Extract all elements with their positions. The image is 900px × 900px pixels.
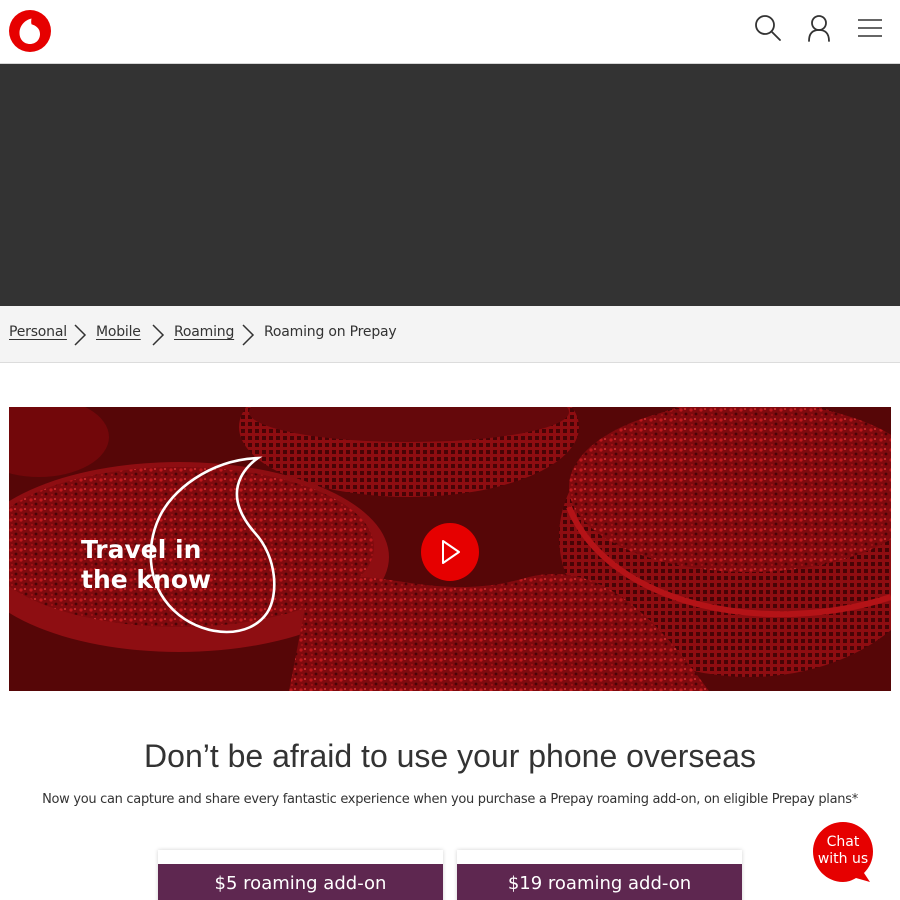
hero-title-line2: the know xyxy=(81,565,212,594)
play-button[interactable] xyxy=(421,523,479,581)
chevron-right-icon xyxy=(152,324,165,346)
roaming-addon-card-19[interactable]: $19 roaming add-on xyxy=(457,850,742,900)
menu-icon[interactable] xyxy=(855,12,885,44)
chat-label-line1: Chat xyxy=(826,834,860,850)
breadcrumb: Personal Mobile Roaming Roaming on Prepa… xyxy=(0,306,900,363)
account-icon[interactable] xyxy=(804,12,834,44)
search-icon[interactable] xyxy=(753,12,783,44)
chevron-right-icon xyxy=(242,324,255,346)
breadcrumb-mobile[interactable]: Mobile xyxy=(96,324,141,340)
vodafone-logo-icon[interactable] xyxy=(8,9,52,53)
page-subtext: Now you can capture and share every fant… xyxy=(42,792,858,807)
breadcrumb-personal[interactable]: Personal xyxy=(9,324,67,340)
chat-label: Chat with us xyxy=(812,834,874,868)
breadcrumb-roaming[interactable]: Roaming xyxy=(174,324,234,340)
hero-title: Travel in the know xyxy=(81,535,211,595)
site-header xyxy=(0,0,900,64)
chat-label-line2: with us xyxy=(817,851,869,867)
card-title: $19 roaming add-on xyxy=(457,864,742,900)
chat-button[interactable]: Chat with us xyxy=(812,821,874,883)
card-title: $5 roaming add-on xyxy=(158,864,443,900)
page-heading: Don’t be afraid to use your phone overse… xyxy=(144,738,756,774)
breadcrumb-current: Roaming on Prepay xyxy=(264,324,397,340)
hero-video[interactable]: Travel in the know xyxy=(9,407,891,691)
hero-banner xyxy=(0,64,900,306)
chevron-right-icon xyxy=(74,324,87,346)
play-icon xyxy=(442,540,460,564)
roaming-addon-card-5[interactable]: $5 roaming add-on xyxy=(158,850,443,900)
hero-title-line1: Travel in xyxy=(81,535,202,564)
